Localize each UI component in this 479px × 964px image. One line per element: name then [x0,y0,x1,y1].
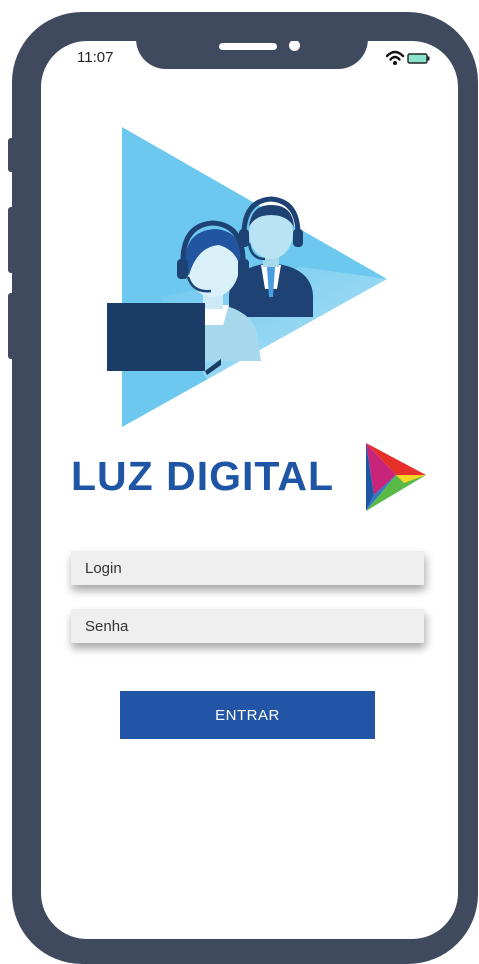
phone-screen: 11:07 LUZ DIGITAL Login ENTRAR [41,41,458,939]
laptop-figure [107,303,221,375]
notch-camera [289,41,300,51]
login-input[interactable] [71,551,424,585]
notch-speaker [219,43,277,50]
phone-notch [136,41,368,69]
login-submit-button[interactable]: ENTRAR [120,691,375,739]
phone-side-button-bottom [8,293,16,359]
status-icons [386,50,430,65]
battery-icon [407,53,430,64]
phone-side-button-middle [8,207,16,273]
brand-logo-text: LUZ DIGITAL [71,453,335,499]
brand-logo-icon [366,443,426,511]
hero-illustration [107,127,387,427]
wifi-icon [386,50,405,65]
status-time: 11:07 [77,49,114,66]
phone-side-button-top [8,138,16,172]
password-input[interactable] [71,609,424,643]
